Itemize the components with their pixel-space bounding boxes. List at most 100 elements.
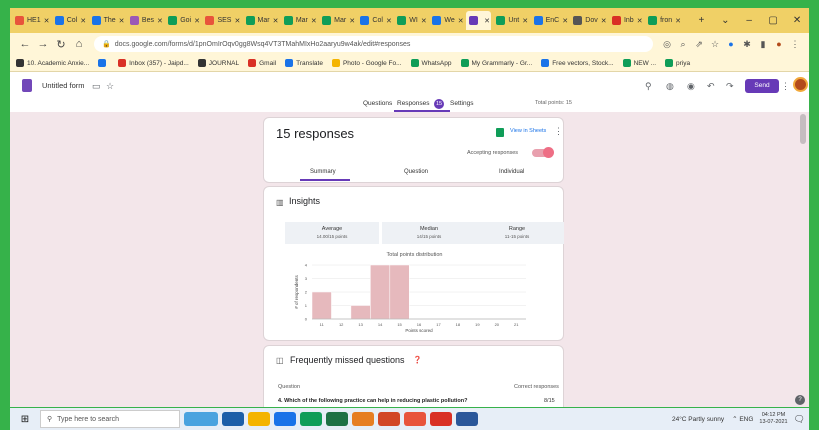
browser-tab[interactable]: Goi ✕ (165, 11, 200, 30)
tab-close-icon[interactable]: ✕ (311, 17, 317, 25)
tab-close-icon[interactable]: ✕ (421, 17, 427, 25)
star-icon[interactable]: ☆ (106, 81, 114, 92)
tab-responses[interactable]: Responses (397, 100, 430, 107)
browser-tab[interactable]: Mar ✕ (319, 11, 355, 30)
back-icon[interactable]: ← (16, 38, 34, 50)
reload-icon[interactable]: ↻ (52, 38, 70, 51)
tab-close-icon[interactable]: ✕ (234, 17, 240, 25)
zoom-icon[interactable]: ⌕ (675, 39, 691, 50)
tab-close-icon[interactable]: ✕ (637, 17, 643, 25)
taskbar-app-icon[interactable] (184, 412, 218, 426)
bookmark-item[interactable]: Translate (285, 59, 323, 67)
bookmark-item[interactable]: Gmail (248, 59, 276, 67)
share-icon[interactable]: ⇗ (691, 39, 707, 50)
tab-close-icon[interactable]: ✕ (386, 17, 392, 25)
bookmark-item[interactable]: 10. Academic Anxie... (16, 59, 89, 67)
avatar[interactable] (793, 77, 808, 92)
scrollbar-thumb[interactable] (800, 114, 806, 144)
toggle-knob[interactable] (543, 147, 554, 158)
taskbar-app-icon[interactable] (300, 412, 322, 426)
browser-tab[interactable]: HE1 ✕ (12, 11, 50, 30)
browser-tab[interactable]: The ✕ (89, 11, 125, 30)
tab-close-icon[interactable]: ✕ (675, 17, 681, 25)
menu-icon[interactable]: ⋮ (787, 39, 803, 50)
undo-icon[interactable]: ↶ (707, 81, 715, 92)
taskbar-app-icon[interactable] (352, 412, 374, 426)
bookmark-item[interactable]: WhatsApp (410, 59, 452, 67)
google-lens-icon[interactable]: ◎ (659, 39, 675, 50)
taskbar-app-icon[interactable] (222, 412, 244, 426)
palette-icon[interactable]: ◍ (666, 81, 674, 92)
tab-close-icon[interactable]: ✕ (522, 17, 528, 25)
minimize-button[interactable]: – (737, 15, 761, 26)
tab-close-icon[interactable]: ✕ (194, 17, 200, 25)
maximize-button[interactable]: ▢ (761, 15, 785, 26)
folder-icon[interactable]: ▭ (92, 81, 101, 92)
browser-tab[interactable]: SES ✕ (202, 11, 240, 30)
form-title[interactable]: Untitled form (42, 81, 85, 90)
send-button[interactable]: Send (745, 79, 779, 93)
view-in-sheets-link[interactable]: View in Sheets (510, 128, 546, 134)
browser-tab[interactable]: WI ✕ (394, 11, 427, 30)
bookmark-item[interactable]: JOURNAL (197, 59, 239, 67)
new-tab-button[interactable]: + (689, 15, 713, 26)
taskbar-search[interactable]: ⚲ Type here to search (40, 410, 180, 428)
bookmark-item[interactable]: priya (665, 59, 690, 67)
taskbar-app-icon[interactable] (248, 412, 270, 426)
tab-close-icon[interactable]: ✕ (273, 17, 279, 25)
browser-tab[interactable]: Dov ✕ (570, 11, 607, 30)
taskbar-app-icon[interactable] (456, 412, 478, 426)
bookmark-item[interactable]: NEW ... (622, 59, 656, 67)
addon-icon[interactable]: ⚲ (645, 81, 652, 92)
puzzle-icon[interactable]: ✱ (739, 39, 755, 50)
tab-search-button[interactable]: ⌄ (713, 15, 737, 26)
taskbar-app-icon[interactable] (430, 412, 452, 426)
browser-tab[interactable]: ✕ (466, 11, 492, 30)
system-tray[interactable]: ⌃ ENG (732, 415, 753, 423)
browser-tab[interactable]: EnC ✕ (531, 11, 569, 30)
profile-icon[interactable]: ● (771, 39, 787, 49)
browser-tab[interactable]: Mar ✕ (243, 11, 279, 30)
sidebar-icon[interactable]: ▮ (755, 39, 771, 50)
browser-tab[interactable]: We ✕ (429, 11, 464, 30)
extension-icon[interactable]: ● (723, 39, 739, 49)
preview-icon[interactable]: ◉ (687, 81, 695, 92)
browser-tab[interactable]: fron ✕ (645, 11, 681, 30)
tab-close-icon[interactable]: ✕ (119, 17, 125, 25)
clock[interactable]: 04:12 PM 13-07-2021 (759, 412, 787, 426)
more-options-icon[interactable]: ⋮ (554, 126, 563, 137)
taskbar-app-icon[interactable] (326, 412, 348, 426)
tab-close-icon[interactable]: ✕ (484, 17, 490, 25)
weather-widget[interactable]: 24°C Partly sunny (672, 416, 724, 423)
redo-icon[interactable]: ↷ (726, 81, 734, 92)
browser-tab[interactable]: Col ✕ (52, 11, 87, 30)
tab-close-icon[interactable]: ✕ (601, 17, 607, 25)
subtab-summary[interactable]: Summary (310, 169, 336, 175)
bookmark-item[interactable]: Photo - Google Fo... (331, 59, 402, 67)
tab-close-icon[interactable]: ✕ (80, 17, 86, 25)
help-fab-icon[interactable]: ? (795, 395, 805, 405)
forms-logo-icon[interactable] (22, 79, 32, 92)
browser-tab[interactable]: Mar ✕ (281, 11, 317, 30)
more-icon[interactable]: ⋮ (781, 81, 790, 92)
tab-close-icon[interactable]: ✕ (157, 17, 163, 25)
browser-tab[interactable]: Bes ✕ (127, 11, 163, 30)
windows-start-icon[interactable]: ⊞ (10, 414, 40, 425)
subtab-individual[interactable]: Individual (499, 169, 524, 175)
tab-settings[interactable]: Settings (450, 100, 474, 107)
bookmark-item[interactable]: My Grammarly - Gr... (460, 59, 532, 67)
taskbar-app-icon[interactable] (404, 412, 426, 426)
sheets-icon[interactable] (496, 128, 504, 137)
close-button[interactable]: ✕ (785, 15, 809, 26)
tab-questions[interactable]: Questions (363, 100, 392, 107)
browser-tab[interactable]: Unt ✕ (493, 11, 528, 30)
bookmark-item[interactable]: Free vectors, Stock... (541, 59, 614, 67)
browser-tab[interactable]: Col ✕ (357, 11, 392, 30)
subtab-question[interactable]: Question (404, 169, 428, 175)
tab-close-icon[interactable]: ✕ (458, 17, 464, 25)
help-icon[interactable]: ❓ (413, 356, 422, 364)
bookmark-item[interactable] (98, 59, 109, 67)
tab-close-icon[interactable]: ✕ (349, 17, 355, 25)
taskbar-app-icon[interactable] (378, 412, 400, 426)
missed-question-text[interactable]: 4. Which of the following practice can h… (278, 398, 467, 404)
